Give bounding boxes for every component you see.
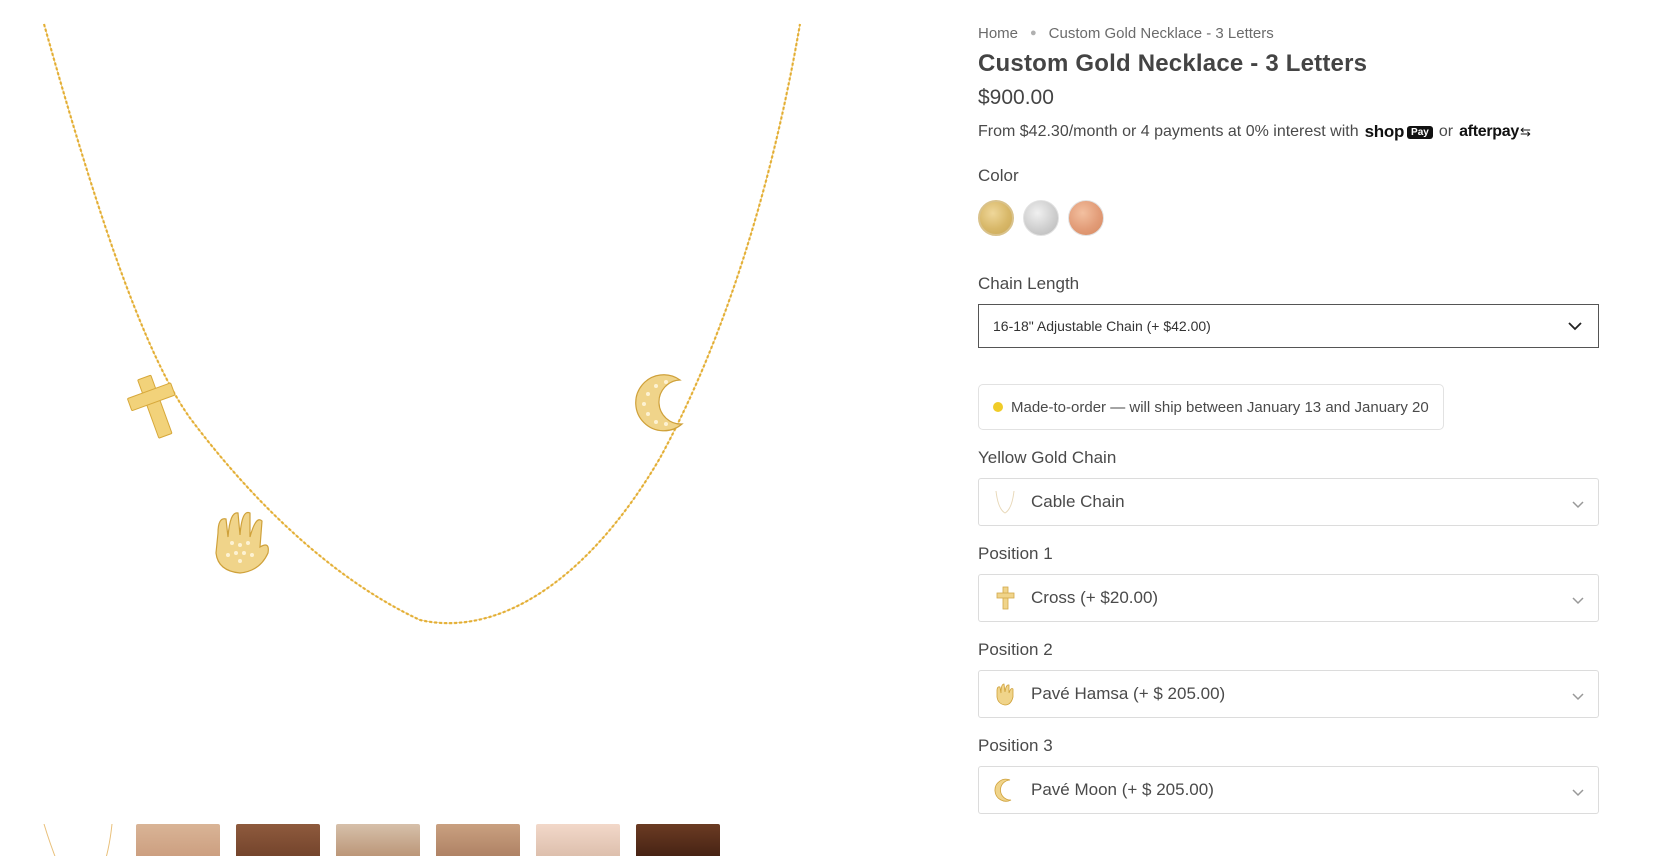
thumbnail-5[interactable] [436,824,520,856]
breadcrumb-separator-icon: ● [1030,27,1037,39]
chevron-down-icon [1566,317,1584,335]
chevron-down-icon [1572,782,1584,802]
moon-icon [991,776,1019,804]
necklace-illustration [42,23,802,625]
breadcrumb-current: Custom Gold Necklace - 3 Letters [1048,24,1274,42]
product-price: $900.00 [978,86,1054,109]
thumbnail-7[interactable] [636,824,720,856]
position-3-select[interactable]: Pavé Moon (+ $ 205.00) [978,766,1599,814]
or-text: or [1438,123,1454,140]
product-main-image[interactable] [30,18,830,708]
position-1-value: Cross (+ $20.00) [1031,588,1159,607]
thumbnail-strip [40,824,720,856]
installments-line: From $42.30/month or 4 payments at 0% in… [978,122,1598,142]
breadcrumb: Home ● Custom Gold Necklace - 3 Letters [978,22,1598,44]
chevron-down-icon [1572,494,1584,514]
position-1-select[interactable]: Cross (+ $20.00) [978,574,1599,622]
thumbnail-3[interactable] [236,824,320,856]
chain-type-label: Yellow Gold Chain [978,448,1117,467]
shop-pay-logo[interactable]: shop [1365,122,1405,142]
chain-type-value: Cable Chain [1031,492,1125,511]
position-2-label: Position 2 [978,640,1053,659]
installments-text: From $42.30/month or 4 payments at 0% in… [978,123,1359,140]
position-1-label: Position 1 [978,544,1053,563]
chevron-down-icon [1572,686,1584,706]
status-dot-icon [993,402,1003,412]
swatch-silver[interactable] [1023,200,1059,236]
color-label: Color [978,166,1019,185]
color-swatches [978,200,1598,236]
cross-icon [991,584,1019,612]
position-2-select[interactable]: Pavé Hamsa (+ $ 205.00) [978,670,1599,718]
position-2-value: Pavé Hamsa (+ $ 205.00) [1031,684,1226,703]
shipping-note: Made-to-order — will ship between Januar… [978,384,1444,430]
product-gallery [0,0,900,856]
product-title: Custom Gold Necklace - 3 Letters [978,50,1368,77]
product-info: Home ● Custom Gold Necklace - 3 Letters … [978,22,1599,814]
afterpay-logo[interactable]: afterpay [1459,123,1519,141]
thumbnail-4[interactable] [336,824,420,856]
hamsa-icon [991,680,1019,708]
chevron-down-icon [1572,590,1584,610]
thumbnail-2[interactable] [136,824,220,856]
shop-pay-badge: Pay [1407,125,1433,139]
thumbnail-1[interactable] [40,824,120,856]
hamsa-charm [215,511,269,574]
afterpay-arrows-icon: ⇆ [1519,124,1531,139]
thumbnail-6[interactable] [536,824,620,856]
chain-type-select[interactable]: Cable Chain [978,478,1599,526]
position-3-label: Position 3 [978,736,1053,755]
swatch-rose[interactable] [1068,200,1104,236]
moon-charm [635,374,684,432]
chain-length-select[interactable]: 16-18" Adjustable Chain (+ $42.00) [978,304,1599,348]
cross-charm [127,374,176,439]
breadcrumb-home-link[interactable]: Home [978,25,1018,42]
chain-length-value: 16-18" Adjustable Chain (+ $42.00) [993,318,1211,334]
shipping-note-text: Made-to-order — will ship between Januar… [1011,398,1429,416]
chain-length-label: Chain Length [978,274,1080,293]
swatch-gold[interactable] [978,200,1014,236]
position-3-value: Pavé Moon (+ $ 205.00) [1031,780,1214,799]
chain-icon [991,488,1019,516]
